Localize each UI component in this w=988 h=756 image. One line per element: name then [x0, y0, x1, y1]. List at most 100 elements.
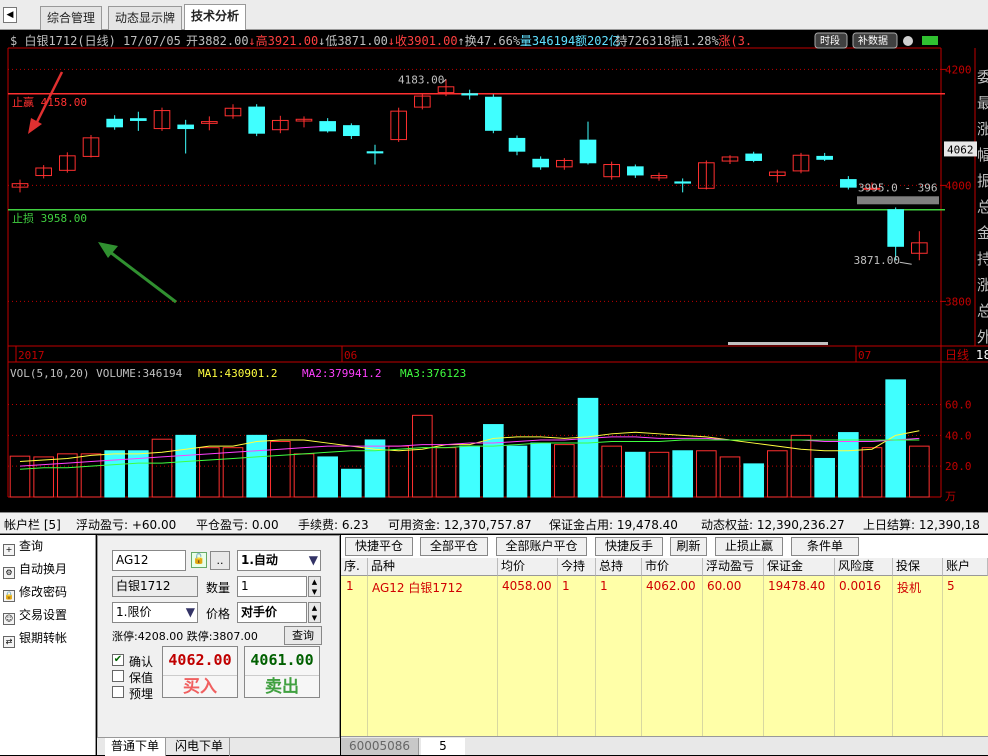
- quick-close-button[interactable]: 快捷平仓: [345, 537, 413, 556]
- account-tab-count[interactable]: 5: [421, 738, 465, 755]
- volume-bar: [483, 424, 504, 498]
- conditional-order-button[interactable]: 条件单: [791, 537, 859, 556]
- sell-price: 4061.00: [250, 651, 314, 669]
- col-divider: [942, 576, 943, 736]
- period-button-label: 时段: [820, 34, 840, 47]
- query-button[interactable]: 查询: [284, 626, 322, 645]
- right-panel-label: 总: [977, 198, 988, 216]
- nav-query[interactable]: + 查询: [0, 535, 95, 558]
- price-tick-label: 4000: [945, 179, 972, 192]
- price-stepper[interactable]: ▲ ▼: [308, 602, 321, 623]
- right-panel-label: 幅: [977, 146, 988, 164]
- contract-picker-button[interactable]: ..: [210, 551, 230, 570]
- period-cut-text: 18: [976, 348, 988, 362]
- volume-bar: [838, 432, 859, 498]
- col-hedge-type[interactable]: 投保: [893, 558, 943, 576]
- col-symbol[interactable]: 品种: [368, 558, 498, 576]
- nav-change-password[interactable]: 🔒 修改密码: [0, 581, 95, 604]
- date-tick-label: 2017: [18, 349, 45, 362]
- open-close-value: 1.自动: [241, 553, 278, 567]
- right-panel-label: 金: [977, 224, 988, 242]
- account-tab-id[interactable]: 60005086: [341, 738, 419, 755]
- quantity-input[interactable]: 1: [237, 576, 307, 597]
- candle-body: [177, 124, 194, 130]
- order-type-select[interactable]: 1.限价 ▼: [112, 602, 198, 623]
- volume-bar: [767, 450, 788, 498]
- quantity-label: 数量: [206, 581, 231, 595]
- volume-unit-label: 万: [945, 490, 956, 503]
- col-avg-price[interactable]: 均价: [498, 558, 558, 576]
- col-margin[interactable]: 保证金: [764, 558, 835, 576]
- nav-auto-rollover[interactable]: ⚙ 自动换月: [0, 558, 95, 581]
- nav-bank-transfer[interactable]: ⇄ 银期转帐: [0, 627, 95, 650]
- price-input[interactable]: 对手价: [237, 602, 307, 623]
- col-divider: [367, 576, 368, 736]
- tab-overview[interactable]: 综合管理: [40, 6, 103, 30]
- col-float-pl[interactable]: 浮动盈亏: [703, 558, 764, 576]
- account-tabs: 60005086 5: [341, 736, 988, 755]
- candle-body: [674, 181, 691, 184]
- col-seq[interactable]: 序.: [341, 558, 368, 576]
- chart-header-field: ↑换47.66%: [458, 34, 521, 48]
- volume-bar: [80, 453, 102, 498]
- order-mode-tabs: 普通下单 闪电下单: [97, 737, 340, 756]
- candle-body: [366, 151, 384, 154]
- tab-scroll-left-button[interactable]: ◀: [3, 7, 17, 23]
- candle-body: [319, 121, 336, 132]
- open-close-select[interactable]: 1.自动 ▼: [237, 550, 321, 571]
- col-today-pos[interactable]: 今持: [558, 558, 596, 576]
- right-panel-label: 最: [977, 94, 988, 112]
- cell-margin: 19478.40: [768, 579, 826, 593]
- date-tick-label: 07: [858, 349, 871, 362]
- chart-header-field: 涨(3.: [718, 33, 752, 48]
- refill-data-button-label: 补数据: [858, 34, 888, 47]
- period-label: 日线: [945, 348, 969, 362]
- confirm-checkbox[interactable]: ✔: [112, 654, 124, 666]
- buy-button[interactable]: 4062.00 买入: [162, 646, 238, 698]
- price-badge-label: 4062: [947, 143, 974, 156]
- order-type-value: 1.限价: [116, 605, 152, 619]
- preorder-checkbox[interactable]: [112, 686, 124, 698]
- technical-chart[interactable]: 4200 4000 3800 60.0 40.0 20.0 万 2017 06 07 日线 18 委最涨…: [0, 30, 988, 510]
- volume-bar: [199, 447, 220, 498]
- close-all-button[interactable]: 全部平仓: [420, 537, 488, 556]
- right-panel-label: 持: [977, 250, 988, 268]
- candle-body: [579, 139, 597, 164]
- float-pl: 浮动盈亏: +60.00: [76, 518, 177, 532]
- sell-button[interactable]: 4061.00 卖出: [244, 646, 320, 698]
- tab-flash-order[interactable]: 闪电下单: [169, 738, 231, 756]
- close-all-accounts-button[interactable]: 全部账户平仓: [496, 537, 587, 556]
- cell-avg-price: 4058.00: [502, 579, 552, 593]
- volume-bar: [577, 397, 599, 498]
- tab-technical-analysis[interactable]: 技术分析: [184, 4, 247, 30]
- gear-icon: ⚙: [3, 567, 15, 579]
- unlock-icon[interactable]: 🔓: [191, 552, 207, 568]
- volume-bar: [506, 445, 528, 498]
- col-divider: [497, 576, 498, 736]
- cell-risk: 0.0016: [839, 579, 881, 593]
- volume-bar: [743, 463, 764, 498]
- fee: 手续费: 6.23: [298, 518, 369, 532]
- stop-loss-profit-button[interactable]: 止损止赢: [715, 537, 783, 556]
- hedge-checkbox[interactable]: [112, 670, 124, 682]
- nav-auto-rollover-label: 自动换月: [19, 562, 68, 576]
- quick-reverse-button[interactable]: 快捷反手: [595, 537, 663, 556]
- tab-normal-order[interactable]: 普通下单: [105, 738, 167, 756]
- col-total-pos[interactable]: 总持: [596, 558, 642, 576]
- contract-code-input[interactable]: AG12: [112, 550, 186, 571]
- volume-bar: [151, 438, 173, 498]
- col-market-price[interactable]: 市价: [642, 558, 703, 576]
- quantity-stepper[interactable]: ▲ ▼: [308, 576, 321, 597]
- nav-trade-settings[interactable]: ☺ 交易设置: [0, 604, 95, 627]
- volume-bar: [814, 457, 835, 498]
- tab-dynamic-board[interactable]: 动态显示牌: [108, 6, 183, 30]
- volume-bar: [601, 445, 622, 498]
- col-account[interactable]: 账户: [943, 558, 988, 576]
- price-label: 价格: [206, 607, 231, 621]
- volume-bar: [317, 456, 338, 498]
- col-risk[interactable]: 风险度: [835, 558, 893, 576]
- refresh-button[interactable]: 刷新: [670, 537, 707, 556]
- col-divider: [702, 576, 703, 736]
- volume-tick-label: 20.0: [945, 460, 972, 473]
- lock-icon: 🔒: [3, 590, 15, 602]
